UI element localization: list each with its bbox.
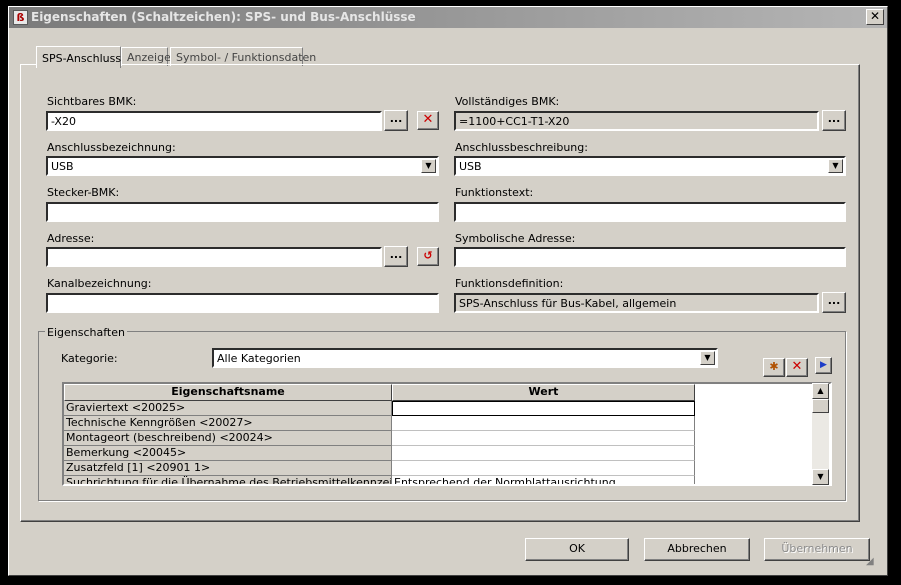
abbrechen-button[interactable]: Abbrechen [644,538,750,561]
close-button[interactable]: ✕ [866,9,884,25]
table-row-name[interactable]: Suchrichtung für die Übernahme des Betri… [64,476,392,484]
table-row-name[interactable]: Graviertext <20025> [64,401,392,416]
funktionstext-input[interactable] [454,202,846,222]
table-row-name[interactable]: Montageort (beschreibend) <20024> [64,431,392,446]
properties-grid: Eigenschaftsname Wert Graviertext <20025… [62,382,832,486]
expand-button[interactable]: ▶ [815,357,832,374]
sichtbares-bmk-label: Sichtbares BMK: [47,95,137,108]
funktionsdefinition-input[interactable]: SPS-Anschluss für Bus-Kabel, allgemein [454,293,819,313]
new-property-icon: ✱ [769,360,779,373]
symbolische-adresse-label: Symbolische Adresse: [455,232,576,245]
adresse-browse-button[interactable]: ... [384,246,408,267]
expand-arrow-icon: ▶ [820,360,827,370]
table-row-name[interactable]: Bemerkung <20045> [64,446,392,461]
kategorie-label: Kategorie: [61,352,118,365]
uebernehmen-button[interactable]: Übernehmen [764,538,870,561]
kategorie-value: Alle Kategorien [217,352,301,365]
reset-address-icon: ↺ [423,249,433,262]
stecker-bmk-label: Stecker-BMK: [47,186,120,199]
adresse-label: Adresse: [47,232,95,245]
anschlussbezeichnung-value: USB [51,160,74,173]
title-bar[interactable]: ß Eigenschaften (Schaltzeichen): SPS- un… [9,7,887,28]
kategorie-dropdown[interactable]: Alle Kategorien ▼ [212,348,718,368]
scroll-down-icon[interactable]: ▼ [812,469,829,485]
tab-sps-anschluss[interactable]: SPS-Anschluss [36,46,121,68]
vollstaendiges-bmk-browse-button[interactable]: ... [822,110,846,131]
funktionsdefinition-browse-button[interactable]: ... [822,292,846,313]
reset-address-button[interactable]: ↺ [417,247,439,266]
chevron-down-icon[interactable]: ▼ [421,159,436,173]
vollstaendiges-bmk-input[interactable]: =1100+CC1-T1-X20 [454,111,819,131]
table-row-value[interactable] [392,416,695,431]
adresse-input[interactable] [46,247,382,267]
kanalbezeichnung-input[interactable] [46,293,439,313]
delete-x-icon: ✕ [422,112,434,127]
anschlussbeschreibung-value: USB [459,160,482,173]
table-row-value[interactable] [392,446,695,461]
column-header-eigenschaftsname[interactable]: Eigenschaftsname [64,384,392,401]
anschlussbezeichnung-dropdown[interactable]: USB ▼ [46,156,439,176]
vollstaendiges-bmk-label: Vollständiges BMK: [455,95,560,108]
eigenschaften-legend: Eigenschaften [45,326,127,339]
delete-property-button[interactable]: ✕ [786,358,808,377]
scroll-up-icon[interactable]: ▲ [812,383,829,399]
anschlussbeschreibung-dropdown[interactable]: USB ▼ [454,156,846,176]
app-icon: ß [13,10,28,25]
column-header-wert[interactable]: Wert [392,384,695,401]
ok-button[interactable]: OK [525,538,629,561]
resize-grip-icon[interactable]: ◢ [866,556,878,568]
scroll-thumb[interactable] [812,399,829,413]
funktionstext-label: Funktionstext: [455,186,534,199]
window-title: Eigenschaften (Schaltzeichen): SPS- und … [31,10,416,24]
anschlussbeschreibung-label: Anschlussbeschreibung: [455,141,588,154]
chevron-down-icon[interactable]: ▼ [700,351,715,365]
table-row-value[interactable]: Entsprechend der Normblattausrichtung [392,476,695,484]
delete-property-icon: ✕ [791,359,803,374]
table-row-value[interactable] [392,401,695,416]
table-row-value[interactable] [392,431,695,446]
stecker-bmk-input[interactable] [46,202,439,222]
sichtbares-bmk-browse-button[interactable]: ... [384,110,408,131]
delete-bmk-button[interactable]: ✕ [417,111,439,130]
funktionsdefinition-label: Funktionsdefinition: [455,277,564,290]
kanalbezeichnung-label: Kanalbezeichnung: [47,277,152,290]
anschlussbezeichnung-label: Anschlussbezeichnung: [47,141,176,154]
new-property-button[interactable]: ✱ [763,358,785,377]
table-row-name[interactable]: Technische Kenngrößen <20027> [64,416,392,431]
grid-scrollbar[interactable]: ▲ ▼ [812,383,829,485]
symbolische-adresse-input[interactable] [454,247,846,267]
table-row-name[interactable]: Zusatzfeld [1] <20901 1> [64,461,392,476]
chevron-down-icon[interactable]: ▼ [828,159,843,173]
sichtbares-bmk-input[interactable]: -X20 [46,111,382,131]
table-row-value[interactable] [392,461,695,476]
